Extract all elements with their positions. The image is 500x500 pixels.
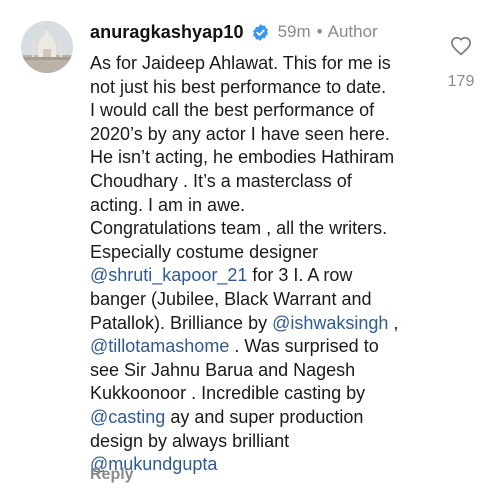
comment-header: anuragkashyap10 59m • Author	[90, 19, 378, 45]
like-area: 179	[446, 36, 476, 96]
comment-text-segment: 2020’s by any actor I have seen here.	[90, 123, 390, 144]
comment-text-line: @casting ay and super production	[90, 406, 435, 430]
comment-text-line: not just his best performance to date.	[90, 76, 435, 100]
comment-text-segment: not just his best performance to date.	[90, 76, 387, 97]
comment-text-segment: banger (Jubilee, Black Warrant and	[90, 288, 372, 309]
author-label: Author	[327, 22, 378, 41]
comment-text-segment: see Sir Jahnu Barua and Nagesh	[90, 359, 356, 380]
comment-text-segment: Especially costume designer	[90, 241, 319, 262]
comment-text-line: Congratulations team , all the writers.	[90, 217, 435, 241]
comment-text-line: Especially costume designer	[90, 241, 435, 265]
comment-text-segment: Congratulations team , all the writers.	[90, 218, 388, 239]
comment-text-line: I would call the best performance of	[90, 99, 435, 123]
comment-text: As for Jaideep Ahlawat. This for me is no…	[90, 52, 435, 477]
comment-text-segment: I would call the best performance of	[90, 100, 375, 121]
mention-link[interactable]: @shruti_kapoor_21	[90, 265, 247, 285]
mention-link[interactable]: @ishwaksingh	[272, 313, 388, 333]
comment-text-line: banger (Jubilee, Black Warrant and	[90, 288, 435, 312]
comment-text-line: Choudhary . It’s a masterclass of	[90, 170, 435, 194]
comment-text-line: @shruti_kapoor_21 for 3 I. A row	[90, 264, 435, 288]
comment-text-segment: for 3 I. A row	[247, 265, 353, 286]
comment-text-line: design by always brilliant	[90, 430, 435, 454]
timestamp: 59m	[277, 22, 311, 41]
comment-text-line: As for Jaideep Ahlawat. This for me is	[90, 52, 435, 76]
comment-text-line: see Sir Jahnu Barua and Nagesh	[90, 359, 435, 383]
comment-text-segment: design by always brilliant	[90, 430, 290, 451]
like-count: 179	[447, 73, 475, 90]
verified-badge-icon	[251, 23, 270, 42]
comment-text-segment: As for Jaideep Ahlawat. This for me is	[90, 53, 391, 73]
comment-text-segment: ,	[388, 312, 399, 333]
comment-text-line: @mukundgupta	[90, 453, 435, 477]
username-link[interactable]: anuragkashyap10	[90, 22, 244, 43]
comment-text-line: acting. I am in awe.	[90, 194, 435, 218]
comment-text-segment: Kukkoonoor . Incredible casting by	[90, 383, 366, 404]
meta-separator: •	[316, 22, 323, 41]
mention-link[interactable]: @tillotamashome	[90, 336, 229, 356]
comment-text-segment: He isn’t acting, he embodies Hathiram	[90, 147, 395, 168]
comment-text-segment: acting. I am in awe.	[90, 194, 246, 215]
comment-text-segment: Choudhary . It’s a masterclass of	[90, 170, 352, 191]
comment-text-line: @tillotamashome . Was surprised to	[90, 335, 435, 359]
avatar[interactable]	[21, 21, 73, 73]
comment-text-line: Patallok). Brilliance by @ishwaksingh ,	[90, 312, 435, 336]
comment-text-line: Kukkoonoor . Incredible casting by	[90, 382, 435, 406]
comment-text-line: 2020’s by any actor I have seen here.	[90, 123, 435, 147]
reply-button[interactable]: Reply	[90, 466, 134, 484]
comment-text-line: He isn’t acting, he embodies Hathiram	[90, 146, 435, 170]
comment-item: anuragkashyap10 59m • Author As for Jaidee…	[0, 0, 500, 500]
comment-text-segment: Patallok). Brilliance by	[90, 312, 273, 333]
comment-text-segment: . Was surprised to	[229, 336, 379, 357]
mention-link[interactable]: @casting	[90, 407, 165, 427]
comment-text-segment: ay and super production	[165, 406, 364, 427]
comment-meta: 59m • Author	[278, 22, 378, 42]
heart-outline-icon[interactable]	[446, 36, 476, 61]
